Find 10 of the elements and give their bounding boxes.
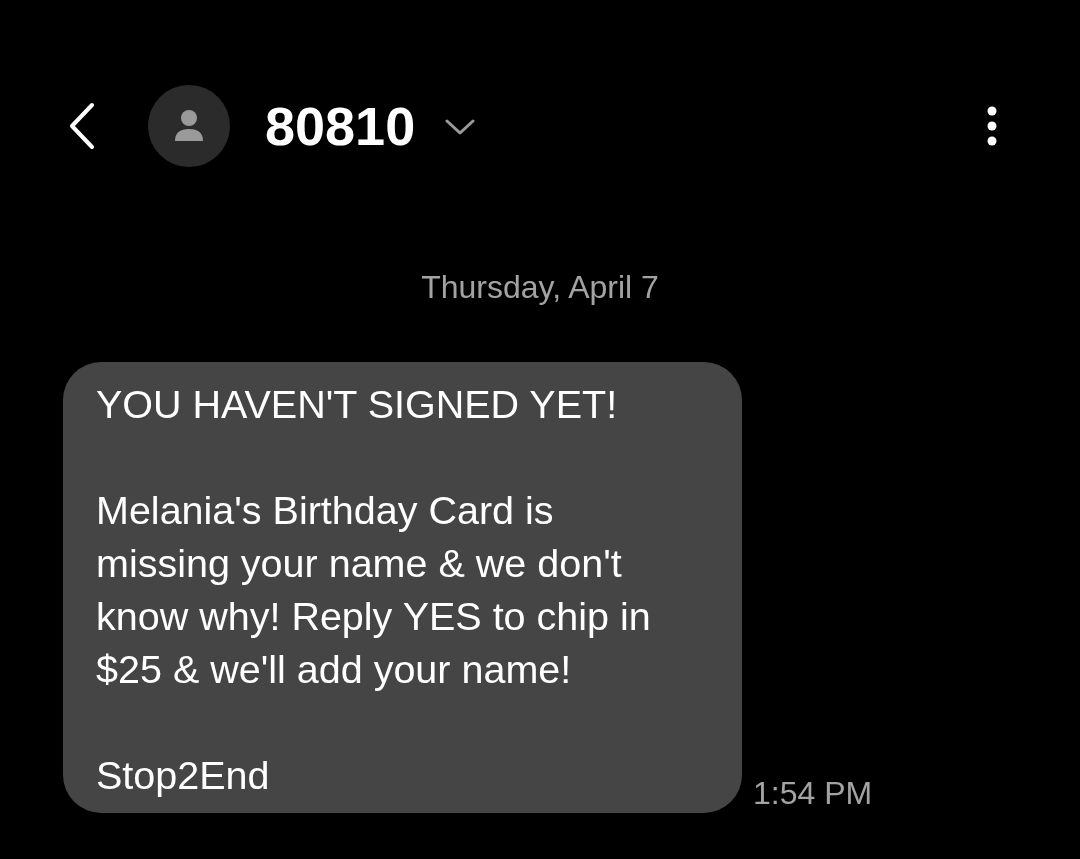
- avatar-icon[interactable]: [148, 85, 230, 167]
- message-text: Melania's Birthday Card is missing your name & we don't know why! Reply YES to chip in $25 & we'll add your name!: [96, 487, 652, 693]
- back-icon[interactable]: [68, 102, 96, 150]
- contact-name[interactable]: 80810: [265, 99, 416, 153]
- message-text: Stop2End: [96, 752, 271, 799]
- message-text: YOU HAVEN'T SIGNED YET!: [96, 381, 619, 428]
- date-divider: Thursday, April 7: [421, 269, 659, 305]
- chevron-down-icon[interactable]: [445, 119, 476, 135]
- message-time: 1:54 PM: [753, 775, 873, 811]
- more-options-icon[interactable]: [986, 106, 998, 146]
